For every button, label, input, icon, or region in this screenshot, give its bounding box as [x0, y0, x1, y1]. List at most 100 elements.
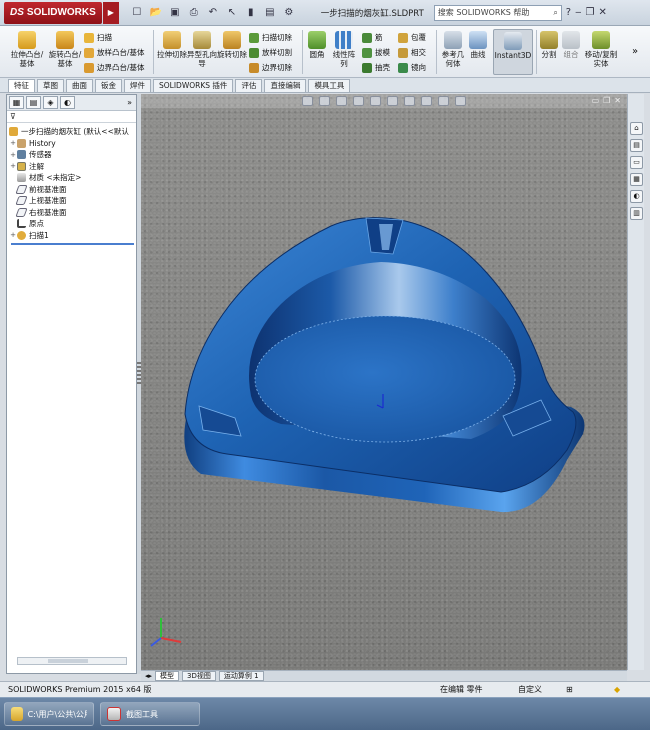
- new-document-icon[interactable]: ☐: [129, 5, 145, 21]
- taskbar-snipping-tool-button[interactable]: 截图工具: [100, 702, 200, 726]
- tab-model[interactable]: 模型: [155, 671, 180, 681]
- custom-properties-icon[interactable]: ▥: [630, 207, 643, 220]
- lofted-cut-button[interactable]: 放样切割: [249, 47, 292, 58]
- scrollbar-thumb[interactable]: [48, 659, 88, 663]
- fillet-button[interactable]: 圆角: [304, 31, 330, 59]
- intersect-button[interactable]: 相交: [398, 47, 426, 58]
- graphics-area[interactable]: ▭ ❐ ✕: [141, 94, 627, 670]
- extruded-cut-button[interactable]: 拉伸切除: [156, 31, 188, 59]
- tab-sketch[interactable]: 草图: [37, 79, 64, 92]
- tab-scroll-arrows-icon[interactable]: ◂▸: [145, 672, 152, 680]
- previous-view-icon[interactable]: [336, 96, 347, 106]
- tree-horizontal-scrollbar[interactable]: [17, 657, 127, 665]
- print-icon[interactable]: ⎙: [186, 5, 202, 21]
- wrap-button[interactable]: 包覆: [398, 32, 426, 43]
- file-properties-icon[interactable]: ▤: [262, 5, 278, 21]
- revolved-boss-button[interactable]: 旋转凸台/基体: [46, 31, 84, 68]
- view-palette-icon[interactable]: ▦: [630, 173, 643, 186]
- expand-panel-icon[interactable]: »: [127, 98, 132, 107]
- tree-item-front-plane[interactable]: 前视基准面: [9, 184, 136, 196]
- expand-plus-icon[interactable]: +: [9, 151, 17, 159]
- design-library-icon[interactable]: ▤: [630, 139, 643, 152]
- view-settings-icon[interactable]: [455, 96, 466, 106]
- unit-system[interactable]: 自定义: [518, 682, 542, 697]
- apply-scene-icon[interactable]: [438, 96, 449, 106]
- rib-button[interactable]: 筋: [362, 32, 383, 43]
- help-search-input[interactable]: 搜索 SOLIDWORKS 帮助 ⌕: [433, 4, 562, 21]
- sweep-boss-button[interactable]: 扫描: [84, 32, 112, 43]
- tree-item-material[interactable]: 材质 <未指定>: [9, 172, 136, 184]
- appearances-icon[interactable]: ◐: [630, 190, 643, 203]
- swept-cut-button[interactable]: 扫描切除: [249, 32, 292, 43]
- file-explorer-icon[interactable]: ▭: [630, 156, 643, 169]
- viewport-restore-icon[interactable]: ❐: [603, 96, 610, 105]
- status-settings-icon[interactable]: ⊞: [566, 682, 573, 697]
- viewport-minimize-icon[interactable]: ▭: [592, 96, 600, 105]
- draft-button[interactable]: 拔模: [362, 47, 390, 58]
- tree-item-origin[interactable]: 原点: [9, 218, 136, 230]
- revolved-cut-button[interactable]: 旋转切除: [216, 31, 248, 59]
- edit-appearance-icon[interactable]: [421, 96, 432, 106]
- taskbar-explorer-button[interactable]: C:\用户\公共\公用...: [4, 702, 94, 726]
- expand-plus-icon[interactable]: +: [9, 162, 17, 170]
- tab-weldments[interactable]: 焊件: [124, 79, 151, 92]
- combine-button[interactable]: 组合: [560, 31, 582, 59]
- section-view-icon[interactable]: [353, 96, 364, 106]
- more-commands-icon[interactable]: »: [632, 46, 638, 57]
- tree-item-sensors[interactable]: + 传感器: [9, 149, 136, 161]
- expand-plus-icon[interactable]: +: [9, 231, 17, 239]
- menu-expand-icon[interactable]: ▶: [102, 1, 119, 24]
- tab-mold-tools[interactable]: 模具工具: [308, 79, 351, 92]
- notification-icon[interactable]: ◆: [614, 682, 620, 697]
- tree-item-history[interactable]: + History: [9, 138, 136, 150]
- shell-button[interactable]: 抽壳: [362, 62, 390, 73]
- boundary-cut-button[interactable]: 边界切除: [249, 62, 292, 73]
- extruded-boss-button[interactable]: 拉伸凸台/基体: [8, 31, 46, 68]
- tab-direct-editing[interactable]: 直接编辑: [264, 79, 307, 92]
- tree-root[interactable]: 一步扫描的烟灰缸 (默认<<默认: [9, 126, 136, 138]
- undo-icon[interactable]: ↶: [205, 5, 221, 21]
- reference-geometry-button[interactable]: 参考几何体: [440, 31, 466, 68]
- hide-show-items-icon[interactable]: [404, 96, 415, 106]
- instant3d-button[interactable]: Instant3D: [493, 29, 533, 75]
- split-button[interactable]: 分割: [538, 31, 560, 59]
- options-gear-icon[interactable]: ⚙: [281, 5, 297, 21]
- select-arrow-icon[interactable]: ↖: [224, 5, 240, 21]
- display-style-icon[interactable]: [387, 96, 398, 106]
- tree-item-annotations[interactable]: + 注解: [9, 161, 136, 173]
- configuration-manager-tab-icon[interactable]: ◈: [43, 96, 58, 109]
- view-orientation-icon[interactable]: [370, 96, 381, 106]
- rollback-bar[interactable]: [11, 243, 134, 245]
- mirror-button[interactable]: 镜向: [398, 62, 426, 73]
- tab-features[interactable]: 特征: [8, 79, 35, 92]
- move-copy-body-button[interactable]: 移动/复制实体: [584, 31, 618, 68]
- expand-plus-icon[interactable]: +: [9, 139, 17, 147]
- property-manager-tab-icon[interactable]: ▤: [26, 96, 41, 109]
- tab-sheet-metal[interactable]: 钣金: [95, 79, 122, 92]
- solidworks-logo[interactable]: DS SOLIDWORKS: [4, 1, 102, 24]
- open-folder-icon[interactable]: 📂: [148, 5, 164, 21]
- hole-wizard-button[interactable]: 异型孔向导: [186, 31, 218, 68]
- tab-addins[interactable]: SOLIDWORKS 插件: [153, 79, 234, 92]
- window-close-icon[interactable]: ✕: [598, 7, 606, 18]
- curves-button[interactable]: 曲线: [466, 31, 490, 59]
- tab-motion-study[interactable]: 运动算例 1: [218, 671, 264, 681]
- rebuild-icon[interactable]: ▮: [243, 5, 259, 21]
- boundary-boss-button[interactable]: 边界凸台/基体: [84, 62, 145, 73]
- ashtray-model[interactable]: [141, 94, 627, 670]
- tab-3d-views[interactable]: 3D视图: [182, 671, 216, 681]
- solidworks-resources-icon[interactable]: ⌂: [630, 122, 643, 135]
- linear-pattern-button[interactable]: 线性阵列: [330, 31, 358, 68]
- window-minimize-icon[interactable]: ‒: [575, 7, 581, 18]
- save-icon[interactable]: ▣: [167, 5, 183, 21]
- search-icon[interactable]: ⌕: [553, 8, 557, 18]
- tab-evaluate[interactable]: 评估: [235, 79, 263, 92]
- viewport-close-icon[interactable]: ✕: [614, 96, 621, 105]
- help-question-icon[interactable]: ?: [566, 7, 571, 18]
- zoom-to-fit-icon[interactable]: [302, 96, 313, 106]
- zoom-to-area-icon[interactable]: [319, 96, 330, 106]
- tree-filter[interactable]: ⊽: [7, 111, 136, 123]
- loft-boss-button[interactable]: 放样凸台/基体: [84, 47, 145, 58]
- tab-surfaces[interactable]: 曲面: [66, 79, 93, 92]
- window-restore-icon[interactable]: ❐: [585, 7, 594, 18]
